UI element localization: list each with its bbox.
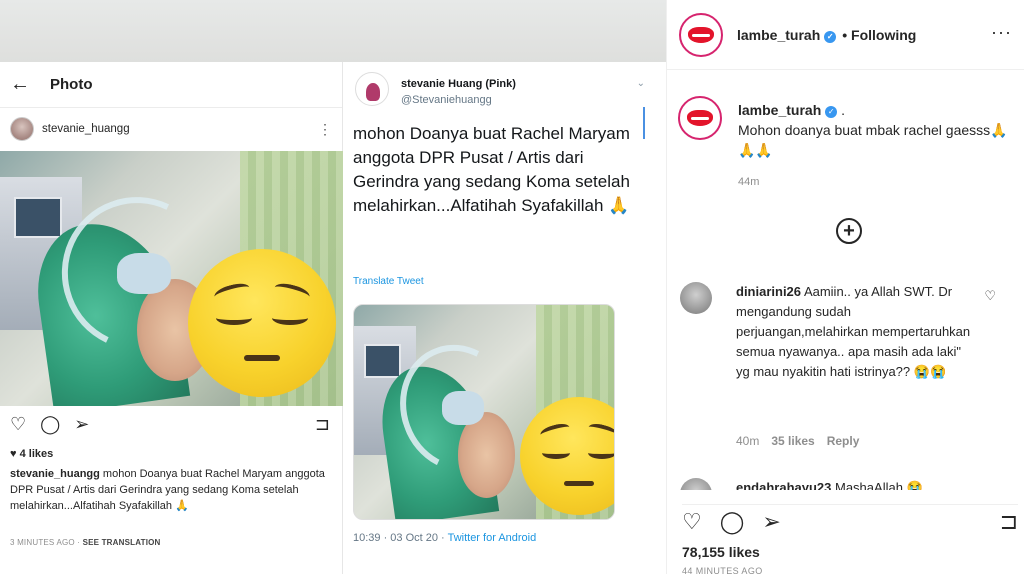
comment: endahrahayu23 MashaAllah 😭: [680, 476, 1010, 490]
photo-header: ← Photo: [0, 62, 342, 108]
likes-count[interactable]: 78,155 likes: [682, 544, 760, 560]
avatar[interactable]: [680, 478, 712, 490]
comment-likes[interactable]: 35 likes: [771, 434, 814, 448]
bookmark-icon[interactable]: ⊐: [315, 414, 330, 435]
caption-username[interactable]: lambe_turah: [738, 102, 821, 118]
tweet-author-name[interactable]: stevanie Huang (Pink): [401, 78, 516, 90]
tweet-header: stevanie Huang (Pink) @Stevaniehuangg ⌄: [355, 72, 655, 139]
heart-icon[interactable]: ♡: [10, 414, 26, 435]
post-actions: ♡ ◯ ➢ ⊐: [682, 504, 1018, 534]
post-photo: [0, 151, 343, 406]
comment-icon[interactable]: ◯: [40, 414, 60, 435]
post-caption: stevanie_huangg mohon Doanya buat Rachel…: [10, 466, 335, 514]
post-author-username[interactable]: lambe_turah ✓: [737, 26, 837, 43]
avatar[interactable]: [680, 282, 712, 314]
more-options-icon[interactable]: ···: [991, 22, 1012, 43]
verified-badge-icon: ✓: [825, 106, 838, 118]
post-header: lambe_turah ✓ • Following ···: [667, 0, 1024, 70]
post-meta: 3 MINUTES AGO · SEE TRANSLATION: [10, 538, 161, 547]
avatar[interactable]: [10, 117, 34, 141]
translate-tweet-link[interactable]: Translate Tweet: [353, 276, 424, 287]
avatar[interactable]: [355, 72, 389, 106]
avatar[interactable]: [679, 12, 723, 57]
back-arrow-icon[interactable]: ←: [10, 73, 40, 96]
post-caption: lambe_turah ✓ . Mohon doanya buat mbak ra…: [678, 96, 1008, 196]
comment-icon[interactable]: ◯: [720, 509, 745, 535]
caption-time: 44m: [738, 176, 760, 188]
likes-text: 4 likes: [19, 448, 54, 460]
post-author-row: stevanie_huangg ⋮: [0, 108, 342, 150]
likes-count[interactable]: ♥ 4 likes: [10, 448, 53, 460]
share-icon[interactable]: ➢: [74, 414, 89, 435]
tweet-view: stevanie Huang (Pink) @Stevaniehuangg ⌄ …: [343, 62, 666, 574]
heart-icon[interactable]: ♡: [682, 509, 702, 535]
following-button[interactable]: • Following: [842, 27, 916, 43]
tweet-source-link[interactable]: Twitter for Android: [448, 532, 537, 544]
post-author-username[interactable]: stevanie_huangg: [42, 123, 318, 135]
pensive-face-emoji-icon: [520, 397, 614, 515]
comment-time: 40m: [736, 434, 760, 448]
top-background-strip: [0, 0, 666, 62]
comment-username[interactable]: endahrahayu23: [736, 480, 831, 490]
comment-text: MashaAllah 😭: [835, 480, 923, 490]
caption-username[interactable]: stevanie_huangg: [10, 468, 100, 480]
like-comment-heart-icon[interactable]: ♡: [984, 288, 996, 304]
more-options-icon[interactable]: ⋮: [318, 121, 332, 138]
heart-small-icon: ♥: [10, 448, 17, 460]
time-ago: 44 MINUTES AGO: [682, 566, 763, 574]
comment-username[interactable]: diniarini26: [736, 284, 801, 299]
share-icon[interactable]: ➢: [762, 509, 780, 535]
tweet-text: mohon Doanya buat Rachel Maryam anggota …: [353, 124, 630, 215]
comment-meta: 40m 35 likes Reply: [736, 434, 859, 448]
caption-text: Mohon doanya buat mbak rachel gaesss🙏🙏🙏: [738, 122, 1008, 158]
username-text: lambe_turah: [737, 26, 821, 43]
tweet-author-handle[interactable]: @Stevaniehuangg: [401, 94, 492, 106]
load-more-comments-icon[interactable]: +: [836, 218, 862, 244]
chevron-down-icon[interactable]: ⌄: [637, 78, 645, 89]
see-translation-link[interactable]: SEE TRANSLATION: [83, 538, 161, 547]
reply-button[interactable]: Reply: [827, 434, 860, 448]
page-title: Photo: [50, 76, 93, 93]
tweet-meta: 10:39 · 03 Oct 20 · Twitter for Android: [353, 532, 536, 544]
time-ago: 3 MINUTES AGO: [10, 538, 75, 547]
verified-badge-icon: ✓: [824, 30, 837, 43]
avatar[interactable]: [678, 96, 722, 140]
pensive-face-emoji-icon: [188, 249, 336, 397]
instagram-photo-view: ← Photo stevanie_huangg ⋮ ♡ ◯ ➢ ⊐ ♥ 4 li…: [0, 62, 343, 574]
tweet-photo[interactable]: [353, 304, 615, 520]
bookmark-icon[interactable]: ⊐: [1000, 509, 1018, 535]
tweet-timestamp: 10:39 · 03 Oct 20 ·: [353, 532, 448, 544]
post-actions: ♡ ◯ ➢ ⊐: [10, 412, 330, 436]
